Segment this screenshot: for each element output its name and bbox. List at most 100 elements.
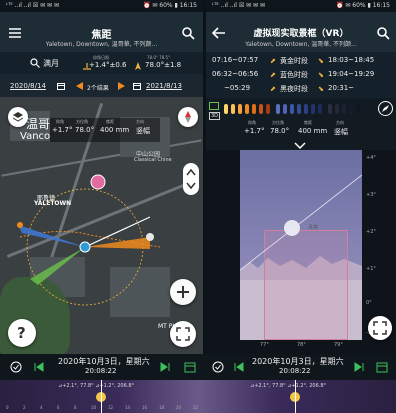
y-tick: 0°: [366, 300, 372, 306]
timeline-cursor[interactable]: [101, 380, 102, 413]
band-right-time: 19:04~19:29: [328, 70, 375, 78]
scale-seg: [245, 104, 249, 114]
info-az: 78.0°: [75, 126, 95, 134]
help-button[interactable]: ?: [8, 319, 36, 347]
camera-icon[interactable]: [209, 102, 219, 110]
vr-fullscreen-button[interactable]: [368, 316, 392, 340]
fullscreen-button[interactable]: [170, 321, 196, 347]
scale-seg: [304, 104, 308, 114]
clock-check-icon[interactable]: [10, 361, 22, 373]
search-icon[interactable]: [376, 26, 390, 40]
time-controls-left: 2020年10月3日，星期六 20:08:22: [0, 354, 203, 380]
top-header-right: 虚拟现实取景框（VR） Yaletown, Downtown, 温哥華, 不列颠…: [206, 12, 396, 52]
time-controls-right: 2020年10月3日，星期六 20:08:22: [206, 354, 396, 380]
calendar-icon[interactable]: [57, 82, 65, 90]
skip-back-icon[interactable]: [34, 362, 44, 372]
calendar-icon-2[interactable]: [133, 82, 141, 90]
plus-icon: [177, 286, 189, 298]
info-label: 方位角: [76, 119, 88, 124]
info-focal: 400 mm: [100, 126, 130, 134]
next-result-icon[interactable]: [117, 81, 126, 91]
compass-toggle[interactable]: [378, 101, 393, 116]
date-label[interactable]: 2020年10月3日，星期六: [58, 356, 150, 367]
chevron-down-icon[interactable]: [294, 142, 306, 150]
tick: 4: [40, 405, 43, 410]
clock-check-icon[interactable]: [212, 361, 224, 373]
vr-overlay: [240, 174, 362, 271]
info-focal: 400 mm: [298, 127, 328, 135]
calendar-icon[interactable]: [376, 361, 388, 373]
tick: 10: [91, 405, 97, 410]
scale-seg: [252, 104, 256, 114]
skip-forward-icon[interactable]: [160, 362, 170, 372]
tick: 20: [176, 405, 182, 410]
x-tick: 79°: [334, 342, 343, 348]
location-label[interactable]: Yaletown, Downtown, 温哥華, 不列颠...: [0, 39, 203, 48]
calendar-icon[interactable]: [184, 361, 196, 373]
band-right-time: 20:31~: [328, 84, 355, 92]
timeline-cursor[interactable]: [295, 380, 296, 413]
question-icon: ?: [17, 324, 26, 342]
point-marker: [17, 222, 23, 228]
moon-elevation: +1.4°±0.6: [89, 61, 127, 69]
moon-azimuth: 78.0°±1.8: [145, 61, 182, 69]
info-orient: 竖幅: [136, 127, 150, 135]
sunrise-icon: ⬈: [270, 71, 276, 79]
start-date[interactable]: 2020/8/14: [10, 82, 46, 90]
status-right: ⏰ ✉ 60% ▮ 16:15: [335, 2, 390, 9]
time-label[interactable]: 20:08:22: [279, 367, 310, 375]
right-pane: ᴸᵀᴱ ..ıl ..ıl ☒ ✉ ✉ ✉ ⏰ ✉ 60% ▮ 16:15 虚拟…: [206, 0, 396, 413]
add-button[interactable]: [170, 279, 196, 305]
mode-3d-label[interactable]: 3D: [209, 112, 221, 120]
tick: 18: [159, 405, 165, 410]
sunset-icon: ⬊: [318, 57, 324, 65]
tick: 0: [6, 405, 9, 410]
scale-seg: [356, 104, 360, 114]
scale-seg: [311, 104, 315, 114]
y-tick: +2°: [366, 229, 376, 235]
location-label-right[interactable]: Yaletown, Downtown, 温哥華, 不列颠...: [206, 39, 396, 48]
scale-row: 3D: [206, 98, 396, 120]
tick: 12: [108, 405, 114, 410]
info-label: 仰角: [56, 119, 64, 124]
date-label[interactable]: 2020年10月3日，星期六: [252, 356, 344, 367]
prev-result-icon[interactable]: [75, 81, 84, 91]
info-orient: 竖幅: [334, 128, 348, 136]
moon-trajectory: [240, 174, 362, 271]
compass-icon: [185, 111, 191, 123]
skip-forward-icon[interactable]: [354, 362, 364, 372]
y-tick: +4°: [366, 155, 376, 161]
tick: 22: [193, 405, 199, 410]
scale-seg: [259, 104, 263, 114]
compass-button[interactable]: [178, 107, 198, 127]
observer-pin: [79, 241, 91, 253]
scale-seg: [238, 104, 242, 114]
info-az: 78.0°: [270, 127, 290, 135]
tick: 14: [125, 405, 131, 410]
scale-seg: [231, 104, 235, 114]
scale-seg: [297, 104, 301, 114]
search-icon[interactable]: [181, 26, 195, 40]
end-date[interactable]: 2021/8/13: [146, 82, 182, 90]
band-blue: 06:32~06:56 ⬈ 蓝色时段 ⬊ 19:04~19:29: [206, 68, 396, 82]
status-bar: ᴸᵀᴱ ..ıl ..ıl ☒ ✉ ✉ ✉ ⏰ ✉ 60% ▮ 16:15: [0, 0, 203, 12]
status-bar-right: ᴸᵀᴱ ..ıl ..ıl ☒ ✉ ✉ ✉ ⏰ ✉ 60% ▮ 16:15: [206, 0, 396, 12]
band-name: 黑夜时段: [280, 85, 308, 93]
moon-marker: [146, 233, 154, 241]
y-tick: +1°: [366, 266, 376, 272]
x-tick: 77°: [260, 342, 269, 348]
info-label: 焦距: [106, 119, 114, 124]
color-scale[interactable]: [224, 104, 372, 114]
skip-back-icon[interactable]: [234, 362, 244, 372]
top-header: 焦距 Yaletown, Downtown, 温哥華, 不列颠...: [0, 12, 203, 52]
date-range-row: 2020/8/14 2个结果 2021/8/13: [0, 74, 203, 97]
elevation-slider[interactable]: [183, 163, 199, 195]
layers-button[interactable]: [8, 107, 28, 127]
vr-viewport[interactable]: 月亮 +4° +3° +2° +1° 0° -1° 77° 78° 79°: [206, 150, 396, 354]
vr-info-panel: 仰角 方位角 焦距 方向 +1.7° 78.0° 400 mm 竖幅: [242, 120, 362, 142]
timeline-strip[interactable]: ⊿+2.1°, 77.8° ⊿+1.2°, 206.8° ⊿+2.1°, 77.…: [0, 380, 396, 413]
scale-seg: [335, 104, 339, 114]
sunset-icon: ⬊: [318, 85, 324, 93]
info-label: 方向: [336, 120, 344, 125]
time-label[interactable]: 20:08:22: [85, 367, 116, 375]
